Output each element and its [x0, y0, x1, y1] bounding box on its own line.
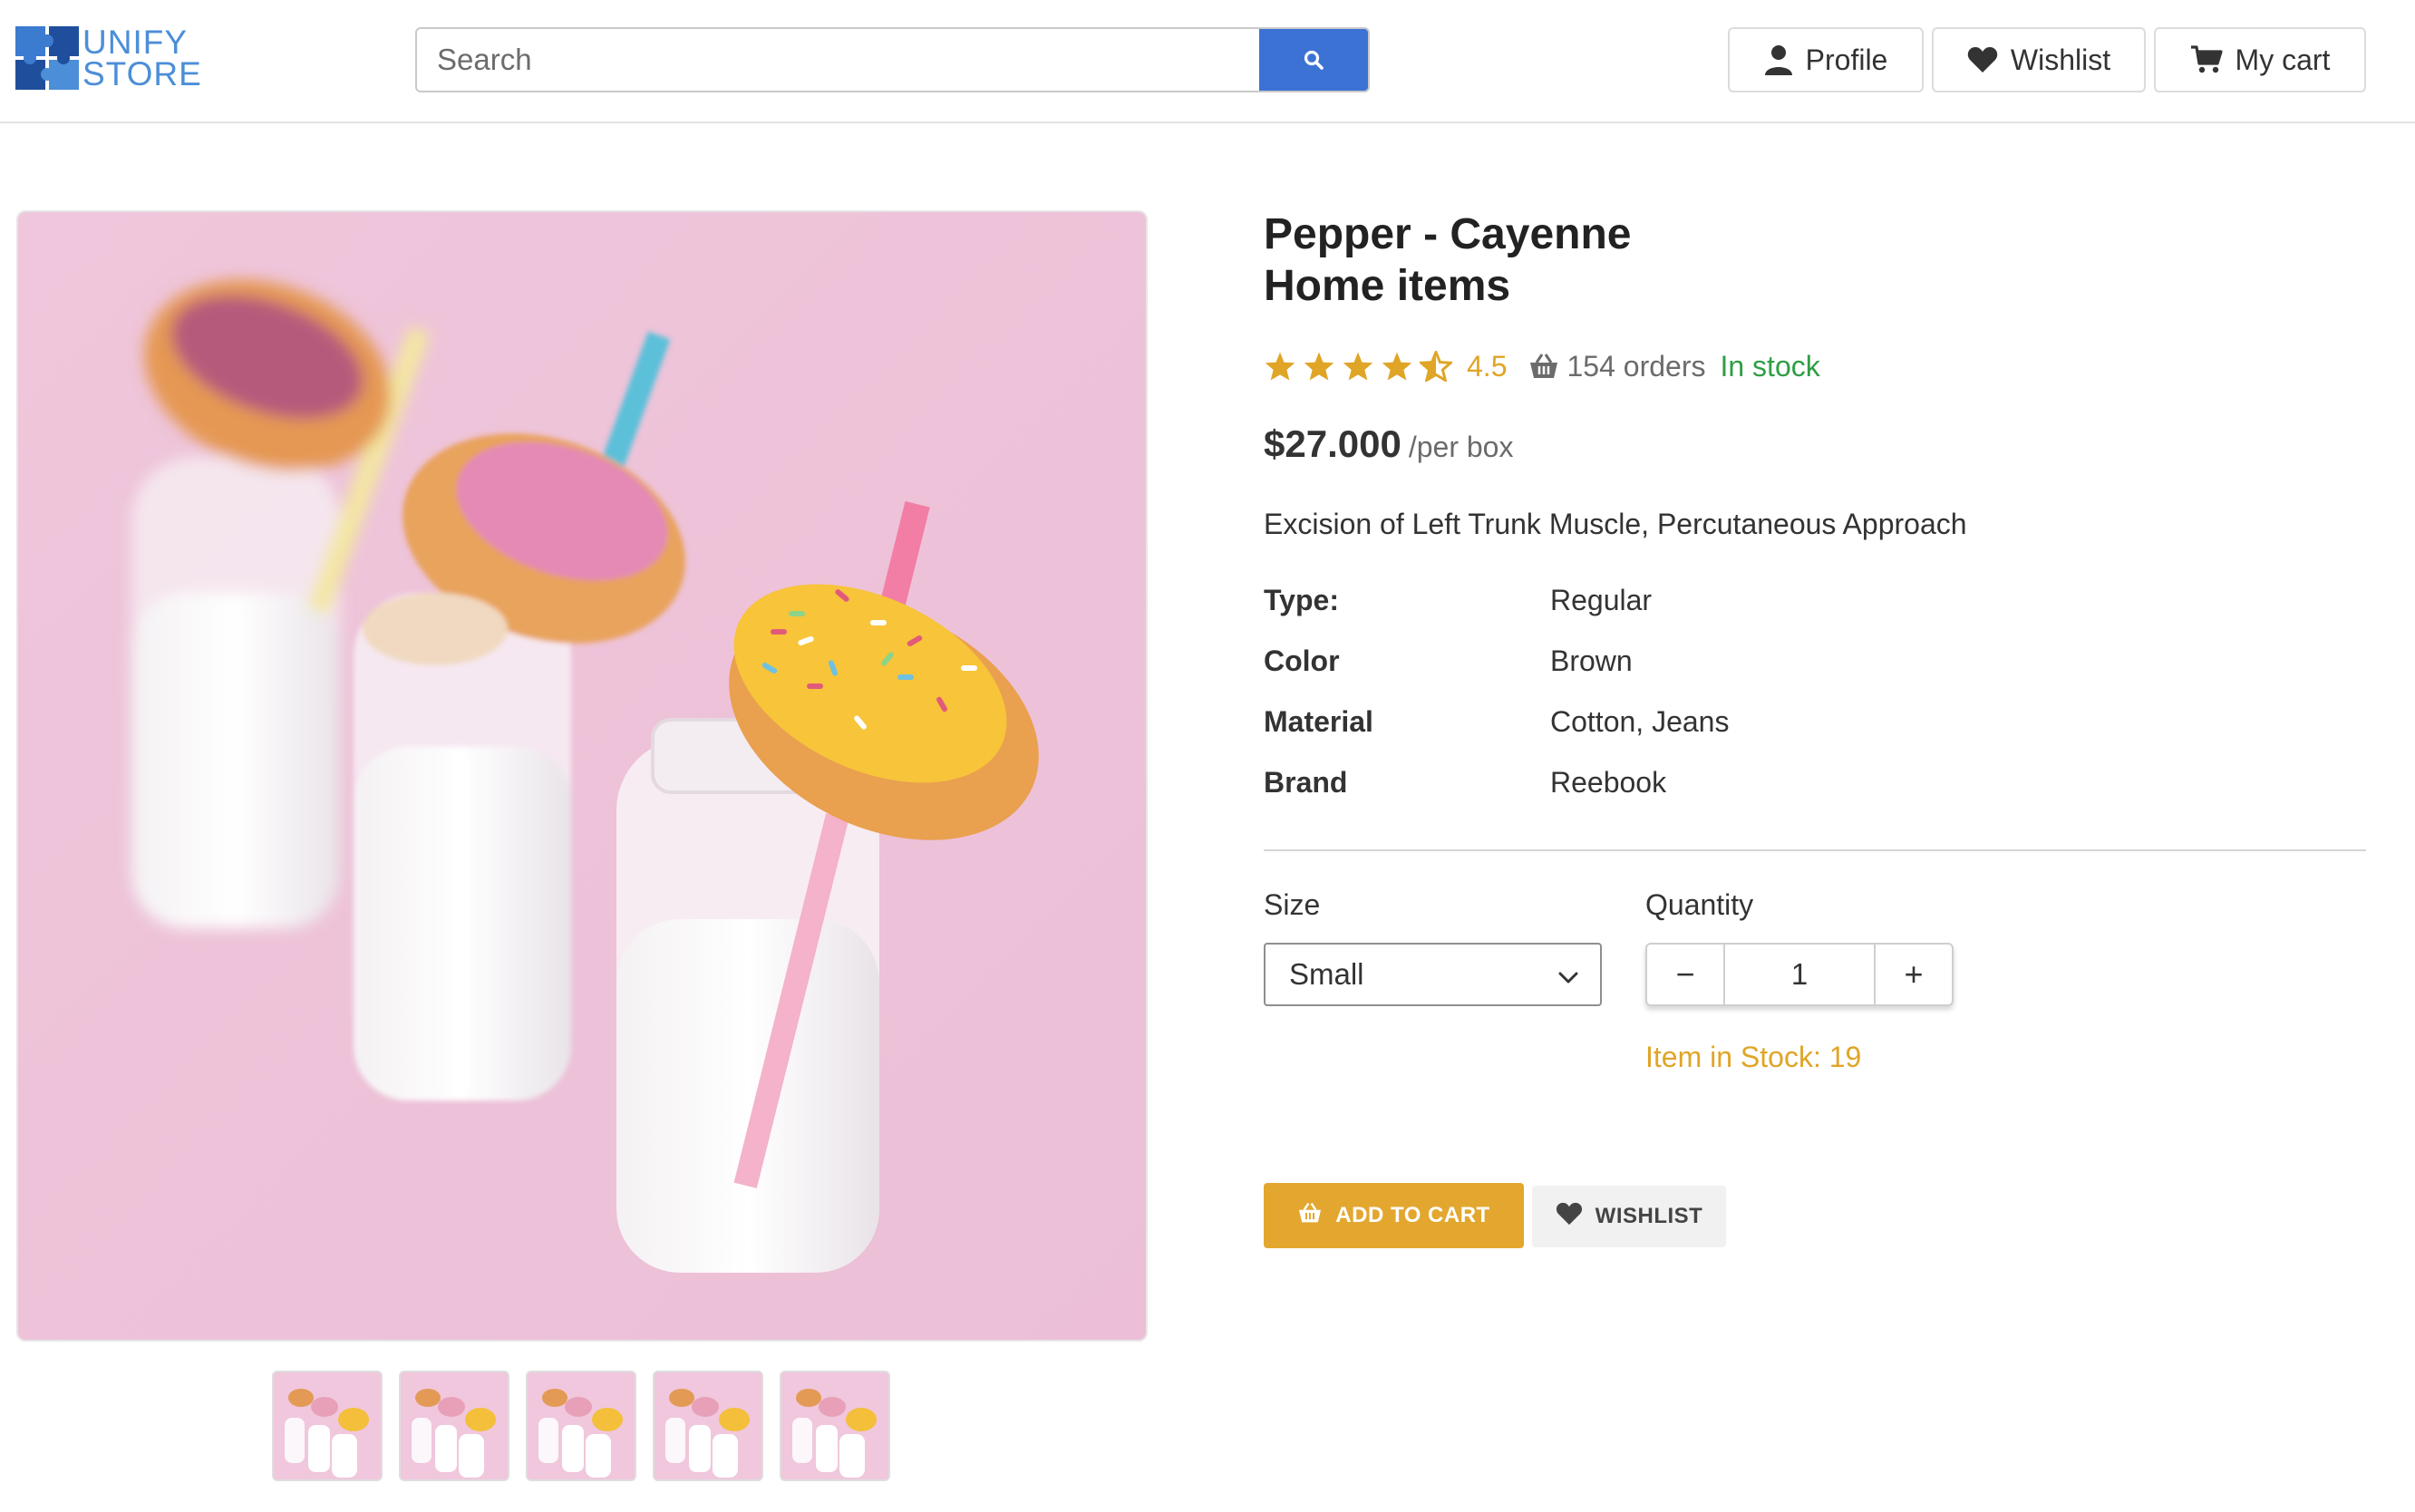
quantity-increase-button[interactable]: + — [1874, 945, 1952, 1004]
spec-value: Regular — [1550, 584, 1653, 616]
profile-button[interactable]: Profile — [1728, 27, 1924, 92]
spec-label: Color — [1264, 645, 1340, 677]
product-title: Pepper - Cayenne Home items — [1264, 208, 1631, 312]
price-unit: /per box — [1408, 431, 1514, 463]
search-icon — [1304, 50, 1324, 70]
rating-value: 4.5 — [1467, 349, 1508, 383]
thumbnail-1[interactable] — [272, 1371, 383, 1481]
thumbnail-photo — [781, 1372, 888, 1479]
spec-label: Brand — [1264, 766, 1348, 799]
wishlist-header-button[interactable]: Wishlist — [1932, 27, 2146, 92]
spec-row: Material Cotton, Jeans — [1264, 703, 2170, 764]
heart-icon — [1967, 46, 1998, 73]
spec-value: Cotton, Jeans — [1550, 705, 1730, 738]
add-to-cart-button[interactable]: ADD TO CART — [1264, 1183, 1524, 1248]
cart-icon — [2190, 45, 2223, 74]
size-label: Size — [1264, 888, 1321, 921]
profile-label: Profile — [1805, 43, 1888, 76]
thumbnail-3[interactable] — [526, 1371, 636, 1481]
search-button[interactable] — [1259, 29, 1368, 91]
star-icon — [1304, 352, 1334, 381]
spec-label: Material — [1264, 705, 1373, 738]
search-bar — [415, 27, 1370, 92]
star-icon — [1382, 352, 1412, 381]
heart-icon — [1556, 1202, 1583, 1232]
size-selected-value: Small — [1289, 957, 1364, 991]
basket-icon — [1297, 1202, 1323, 1230]
price-row: $27.000 /per box — [1264, 422, 1513, 466]
search-input[interactable] — [417, 29, 1260, 91]
quantity-stepper: − 1 + — [1645, 943, 1954, 1006]
thumbnail-2[interactable] — [399, 1371, 509, 1481]
basket-icon — [1528, 353, 1559, 380]
logo-text-line1: UNIFY — [82, 24, 188, 61]
puzzle-logo-icon — [15, 26, 79, 90]
cart-label: My cart — [2235, 43, 2331, 76]
size-select[interactable]: Small — [1264, 943, 1602, 1006]
site-header: UNIFY STORE Profile Wishlist — [0, 0, 2415, 123]
section-divider — [1264, 849, 2366, 851]
thumbnail-5[interactable] — [780, 1371, 890, 1481]
thumbnail-photo — [401, 1372, 508, 1479]
spec-value: Brown — [1550, 645, 1633, 677]
star-icon — [1343, 352, 1373, 381]
spec-row: Color Brown — [1264, 643, 2170, 703]
thumbnail-photo — [274, 1372, 381, 1479]
product-photo — [18, 212, 1146, 1340]
wishlist-label: Wishlist — [2010, 43, 2111, 76]
product-title-line1: Pepper - Cayenne — [1264, 210, 1632, 258]
add-to-wishlist-button[interactable]: WISHLIST — [1532, 1186, 1726, 1247]
star-half-icon — [1420, 351, 1452, 382]
thumbnail-4[interactable] — [653, 1371, 763, 1481]
quantity-value[interactable]: 1 — [1725, 945, 1874, 1004]
add-to-cart-label: ADD TO CART — [1335, 1203, 1490, 1227]
orders-count: 154 orders — [1566, 349, 1706, 383]
items-in-stock: Item in Stock: 19 — [1645, 1041, 1862, 1073]
thumbnail-photo — [655, 1372, 761, 1479]
spec-label: Type: — [1264, 584, 1339, 616]
rating-stars — [1264, 351, 1452, 382]
store-logo[interactable]: UNIFY STORE — [15, 24, 215, 92]
stock-status: In stock — [1720, 349, 1820, 383]
spec-value: Reebook — [1550, 766, 1667, 799]
wishlist-button-label: WISHLIST — [1595, 1204, 1703, 1228]
logo-wordmark: UNIFY STORE — [82, 24, 202, 92]
quantity-label: Quantity — [1645, 888, 1754, 921]
product-description: Excision of Left Trunk Muscle, Percutane… — [1264, 508, 1967, 540]
thumbnail-photo — [528, 1372, 635, 1479]
spec-list: Type: Regular Color Brown Material Cotto… — [1264, 582, 2170, 825]
spec-row: Brand Reebook — [1264, 764, 2170, 825]
product-title-line2: Home items — [1264, 262, 1511, 310]
rating-row: 4.5 154 orders In stock — [1264, 346, 1820, 386]
spec-row: Type: Regular — [1264, 582, 2170, 643]
logo-text-line2: STORE — [82, 55, 202, 92]
quantity-decrease-button[interactable]: − — [1647, 945, 1725, 1004]
thumbnail-strip — [272, 1371, 890, 1481]
star-icon — [1265, 352, 1295, 381]
chevron-down-icon — [1558, 957, 1578, 992]
product-price: $27.000 — [1264, 422, 1401, 465]
product-main-image[interactable] — [16, 210, 1148, 1342]
user-icon — [1764, 44, 1793, 75]
cart-header-button[interactable]: My cart — [2154, 27, 2366, 92]
